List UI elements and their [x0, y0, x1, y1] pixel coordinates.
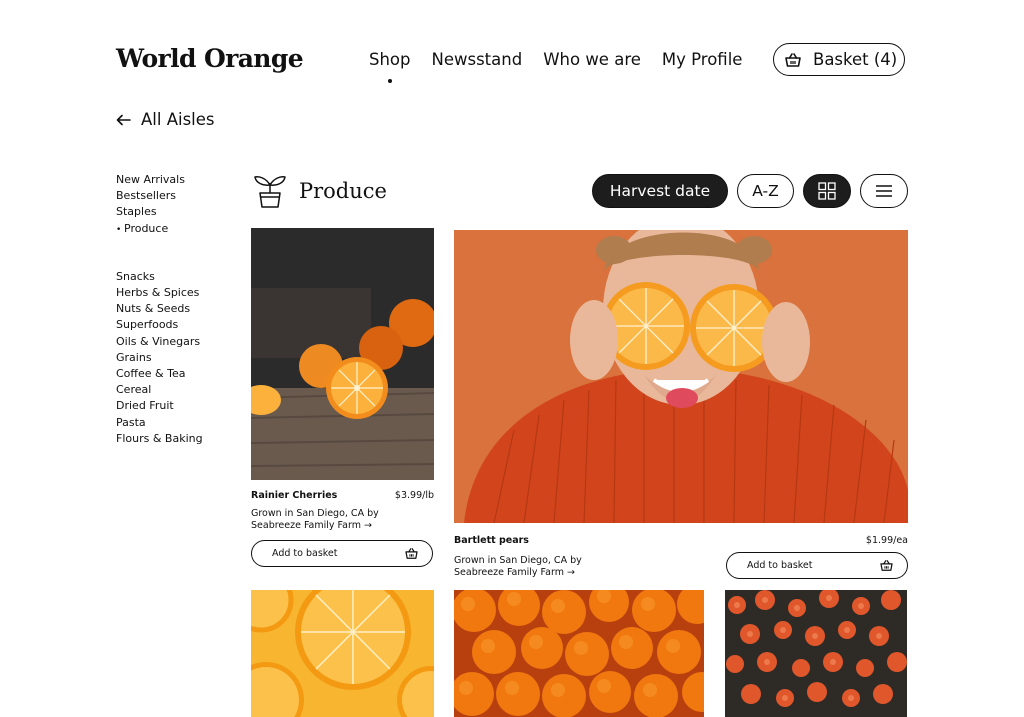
product-image-rainier-cherries[interactable]: [251, 228, 434, 480]
nav-my-profile[interactable]: My Profile: [662, 50, 743, 69]
plant-pot-icon: [254, 176, 286, 208]
sidebar-item-oils-vinegars[interactable]: Oils & Vinegars: [116, 334, 203, 350]
nav-newsstand[interactable]: Newsstand: [432, 50, 523, 69]
product-origin: Grown in San Diego, CA by Seabreeze Fami…: [454, 555, 582, 578]
orange-flowers-illustration: [725, 590, 907, 717]
sidebar-item-bestsellers[interactable]: Bestsellers: [116, 188, 203, 204]
sidebar-item-flours-baking[interactable]: Flours & Baking: [116, 431, 203, 447]
sidebar-item-cereal[interactable]: Cereal: [116, 382, 203, 398]
product-origin: Grown in San Diego, CA by Seabreeze Fami…: [251, 508, 379, 531]
product-price: $3.99/lb: [394, 490, 434, 501]
basket-icon: [880, 560, 893, 571]
woman-with-oranges-illustration: [454, 230, 908, 523]
list-view-button[interactable]: [860, 174, 908, 208]
sidebar-item-herbs-spices[interactable]: Herbs & Spices: [116, 285, 203, 301]
grid-view-icon: [818, 182, 836, 200]
sidebar-group-2: Snacks Herbs & Spices Nuts & Seeds Super…: [116, 269, 203, 447]
product-image-orange-slices[interactable]: [251, 590, 434, 717]
basket-button[interactable]: Basket (4): [773, 43, 905, 76]
tangerines-illustration: [454, 590, 704, 717]
main-nav: Shop Newsstand Who we are My Profile: [369, 50, 743, 83]
nav-shop-label: Shop: [369, 50, 411, 69]
sidebar-item-staples[interactable]: Staples: [116, 204, 203, 220]
orange-slices-illustration: [251, 590, 434, 717]
view-controls: Harvest date A-Z: [592, 174, 908, 208]
sidebar-item-snacks[interactable]: Snacks: [116, 269, 203, 285]
product-name[interactable]: Rainier Cherries: [251, 490, 337, 501]
sidebar-item-coffee-tea[interactable]: Coffee & Tea: [116, 366, 203, 382]
sidebar-item-nuts-seeds[interactable]: Nuts & Seeds: [116, 301, 203, 317]
aisle-sidebar: New Arrivals Bestsellers Staples • Produc…: [116, 172, 203, 447]
site-logo[interactable]: World Orange: [116, 44, 304, 73]
farm-link[interactable]: Seabreeze Family Farm →: [251, 520, 379, 532]
arrow-left-icon: [116, 114, 131, 125]
sidebar-item-dried-fruit[interactable]: Dried Fruit: [116, 398, 203, 414]
nav-shop[interactable]: Shop: [369, 50, 411, 83]
add-to-basket-button[interactable]: Add to basket: [726, 552, 908, 579]
add-to-basket-label: Add to basket: [747, 560, 813, 571]
product-image-tangerines[interactable]: [454, 590, 704, 717]
sidebar-item-produce-label: Produce: [124, 221, 169, 235]
sidebar-item-superfoods[interactable]: Superfoods: [116, 317, 203, 333]
category-title: Produce: [299, 179, 387, 203]
sort-harvest-date-button[interactable]: Harvest date: [592, 174, 728, 208]
category-heading: Produce: [253, 173, 387, 209]
sidebar-item-pasta[interactable]: Pasta: [116, 415, 203, 431]
basket-icon: [785, 52, 801, 67]
sidebar-item-grains[interactable]: Grains: [116, 350, 203, 366]
grid-view-button[interactable]: [803, 174, 851, 208]
oranges-on-table-illustration: [251, 228, 434, 480]
add-to-basket-label: Add to basket: [272, 548, 338, 559]
product-name[interactable]: Bartlett pears: [454, 535, 529, 546]
sort-a-z-button[interactable]: A-Z: [737, 174, 794, 208]
product-image-bartlett-pears[interactable]: [454, 230, 908, 523]
active-bullet: •: [116, 224, 122, 235]
nav-active-indicator: [387, 79, 392, 83]
nav-who-we-are[interactable]: Who we are: [543, 50, 641, 69]
back-label: All Aisles: [141, 110, 215, 129]
farm-link[interactable]: Seabreeze Family Farm →: [454, 567, 582, 579]
product-image-orange-flowers[interactable]: [725, 590, 907, 717]
basket-label: Basket (4): [813, 50, 898, 69]
sidebar-item-produce[interactable]: • Produce: [116, 221, 203, 238]
product-origin-text: Grown in San Diego, CA by: [454, 555, 582, 566]
add-to-basket-button[interactable]: Add to basket: [251, 540, 433, 567]
sidebar-item-new-arrivals[interactable]: New Arrivals: [116, 172, 203, 188]
list-view-icon: [876, 185, 892, 197]
basket-icon: [405, 548, 418, 559]
back-to-aisles-link[interactable]: All Aisles: [116, 110, 215, 129]
product-origin-text: Grown in San Diego, CA by: [251, 508, 379, 519]
product-price: $1.99/ea: [865, 535, 908, 546]
